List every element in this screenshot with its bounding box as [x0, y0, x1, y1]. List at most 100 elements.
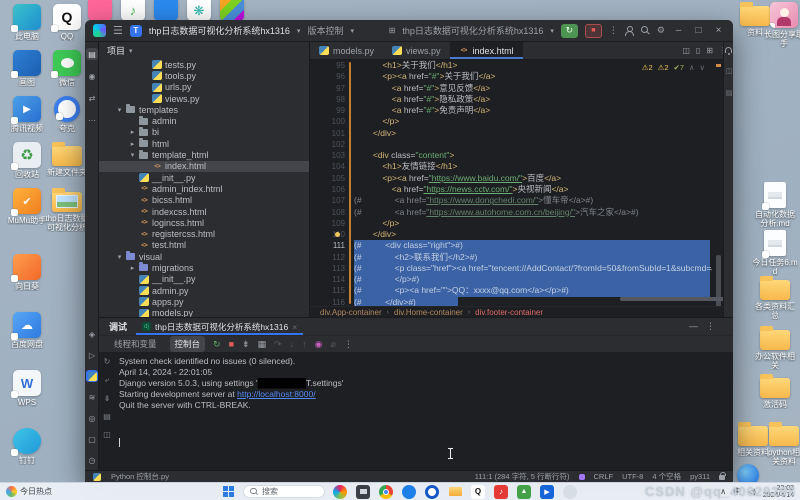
- todo-tool-icon[interactable]: ◷: [86, 454, 98, 466]
- main-menu-icon[interactable]: ☰: [113, 24, 123, 37]
- chevron-icon[interactable]: ▸: [129, 264, 136, 272]
- commit-tool-icon[interactable]: ◉: [86, 70, 98, 82]
- stop-icon[interactable]: ■: [229, 339, 234, 349]
- taskbar-app-red[interactable]: ♪: [494, 485, 508, 499]
- chevron-icon[interactable]: ▾: [116, 106, 123, 114]
- code-line[interactable]: (# <p><a href="">QQ：xxxx@qq.com</a></p>#…: [354, 285, 710, 296]
- split-editor-icon[interactable]: ◫: [682, 46, 690, 55]
- search-everywhere-icon[interactable]: [641, 26, 650, 35]
- notifications-bell-icon[interactable]: [725, 47, 732, 53]
- code-line[interactable]: (# </p>#): [354, 274, 710, 285]
- desktop-icon-激活码[interactable]: 激活码: [752, 374, 798, 409]
- resume-icon[interactable]: ⇟: [242, 339, 250, 350]
- code-line[interactable]: <div class="content">: [354, 150, 454, 161]
- taskbar-search[interactable]: 搜索: [243, 485, 325, 498]
- stop-button[interactable]: ■: [585, 24, 602, 38]
- tab-index.html[interactable]: <>index.html: [450, 42, 523, 59]
- tree-item[interactable]: admin.py: [99, 285, 309, 296]
- bili-icon[interactable]: [88, 0, 112, 21]
- tree-item[interactable]: views.py: [99, 93, 309, 104]
- taskbar-app-brush[interactable]: [333, 485, 347, 499]
- code-line[interactable]: (# <a href="https://www.dongchedi.com/">…: [354, 195, 593, 206]
- chevron-icon[interactable]: ▸: [129, 140, 136, 148]
- services-tool-icon[interactable]: ≋: [86, 391, 98, 403]
- tree-item[interactable]: tests.py: [99, 59, 309, 70]
- close-tab-icon[interactable]: ×: [292, 322, 297, 332]
- tab-views.py[interactable]: views.py: [383, 42, 450, 59]
- code-line[interactable]: (# <div class="right">#): [354, 240, 710, 251]
- tree-item[interactable]: urls.py: [99, 82, 309, 93]
- start-button[interactable]: [223, 486, 235, 498]
- line-separator[interactable]: CRLF: [594, 472, 614, 481]
- swirl-icon[interactable]: [187, 0, 211, 21]
- tree-item[interactable]: ▾templates: [99, 104, 309, 115]
- tree-item[interactable]: <>logincss.html: [99, 217, 309, 228]
- scroll-to-end-icon[interactable]: ⇟: [104, 394, 111, 403]
- code-line[interactable]: <p><a href="#">关于我们</a>: [354, 71, 495, 82]
- debug-panel-title[interactable]: 调试: [109, 320, 127, 333]
- rerun-icon[interactable]: ↻: [104, 357, 111, 366]
- code-line[interactable]: </p>: [354, 116, 399, 127]
- debug-session-tab[interactable]: dj thp日志数据可视化分析系统hx1316 ×: [136, 318, 303, 335]
- tree-item[interactable]: <>test.html: [99, 240, 309, 251]
- desktop-icon-微信[interactable]: 微信: [44, 50, 90, 87]
- grid-icon[interactable]: ⊞: [706, 46, 713, 55]
- tree-item[interactable]: admin: [99, 115, 309, 126]
- desktop-icon-WPS[interactable]: WWPS: [4, 370, 50, 407]
- editor-scrollbar-vertical[interactable]: [716, 60, 721, 306]
- tab-threads-variables[interactable]: 线程和变量: [109, 336, 162, 352]
- taskbar-app-bluering[interactable]: [425, 485, 439, 499]
- minimize-button[interactable]: –: [672, 25, 685, 36]
- caret-position[interactable]: 111:1 (284 字符, 5 行断行符): [475, 471, 570, 482]
- user-account-icon[interactable]: [625, 26, 634, 35]
- widgets-button[interactable]: 今日热点: [0, 486, 58, 497]
- tree-item[interactable]: __init__.py: [99, 172, 309, 183]
- project-tool-icon[interactable]: ▤: [86, 48, 98, 60]
- console-output[interactable]: System check identified no issues (0 sil…: [119, 356, 729, 470]
- taskbar-app-dim[interactable]: [563, 485, 577, 499]
- inspections-widget[interactable]: ⚠2 ⚠2 ✔7 ∧∨: [642, 63, 705, 72]
- master-icon[interactable]: [220, 0, 244, 21]
- encoding[interactable]: UTF-8: [622, 472, 643, 481]
- rerun-button[interactable]: ↻: [561, 24, 578, 38]
- code-line[interactable]: (# <a href="https://www.autohome.com.cn/…: [354, 207, 639, 218]
- code-line[interactable]: </div>: [354, 128, 396, 139]
- desktop-icon-钉钉[interactable]: 钉钉: [4, 428, 50, 465]
- code-line[interactable]: <h1>关于我们</h1>: [354, 60, 458, 71]
- code-line[interactable]: (# <p class="href"><a href="tencent://Ad…: [354, 263, 710, 274]
- soft-wrap-icon[interactable]: ⤶: [105, 375, 109, 385]
- desktop-icon-python相关资料[interactable]: python相关资料: [764, 422, 800, 466]
- code-line[interactable]: (# </div>#): [354, 297, 458, 306]
- code-line[interactable]: <h1>友情链接</h1>: [354, 161, 458, 172]
- debug-tool-icon[interactable]: ◈: [86, 328, 98, 340]
- code-line[interactable]: <a href="#">意见反馈</a>: [354, 83, 490, 94]
- tree-item[interactable]: ▾template_html: [99, 149, 309, 160]
- status-left[interactable]: Python 控制台.py: [111, 471, 169, 482]
- tree-item[interactable]: ▸bi: [99, 127, 309, 138]
- thunder-icon[interactable]: [154, 0, 178, 21]
- desktop-icon-长图分享助手[interactable]: 长图分享助手: [764, 2, 800, 48]
- tab-console[interactable]: 控制台: [170, 336, 206, 352]
- ime-indicator[interactable]: 中: [733, 486, 741, 497]
- more-actions-icon[interactable]: ⋮: [609, 25, 618, 36]
- code-line[interactable]: </div>: [354, 229, 396, 240]
- volume-icon[interactable]: ◁): [748, 488, 756, 496]
- breadcrumb-item[interactable]: div.App-container: [320, 308, 382, 317]
- chevron-icon[interactable]: ▾: [116, 253, 123, 261]
- taskbar-app-photo[interactable]: ▲: [517, 485, 531, 499]
- more-tool-icon[interactable]: ⋯: [86, 114, 98, 126]
- run-tool-icon[interactable]: ▷: [86, 349, 98, 361]
- taskbar-app-taskview[interactable]: [356, 485, 370, 499]
- step-out-icon[interactable]: ↑: [302, 339, 307, 349]
- tree-item[interactable]: models.py: [99, 308, 309, 317]
- tree-item[interactable]: <>registercss.html: [99, 228, 309, 239]
- taskbar-app-folder[interactable]: [448, 485, 462, 499]
- desktop-icon-新建文件夹[interactable]: 新建文件夹: [44, 142, 90, 177]
- code-line[interactable]: <a href="#">隐私政策</a>: [354, 94, 490, 105]
- tab-models.py[interactable]: models.py: [310, 42, 383, 59]
- layout-icon[interactable]: ▯: [696, 46, 700, 55]
- close-button[interactable]: ×: [712, 25, 725, 36]
- desktop-icon-今日任务6.md[interactable]: 今日任务6.md: [752, 230, 798, 276]
- tree-item[interactable]: ▾visual: [99, 251, 309, 262]
- desktop-icon-百度网盘[interactable]: ☁百度网盘: [4, 312, 50, 349]
